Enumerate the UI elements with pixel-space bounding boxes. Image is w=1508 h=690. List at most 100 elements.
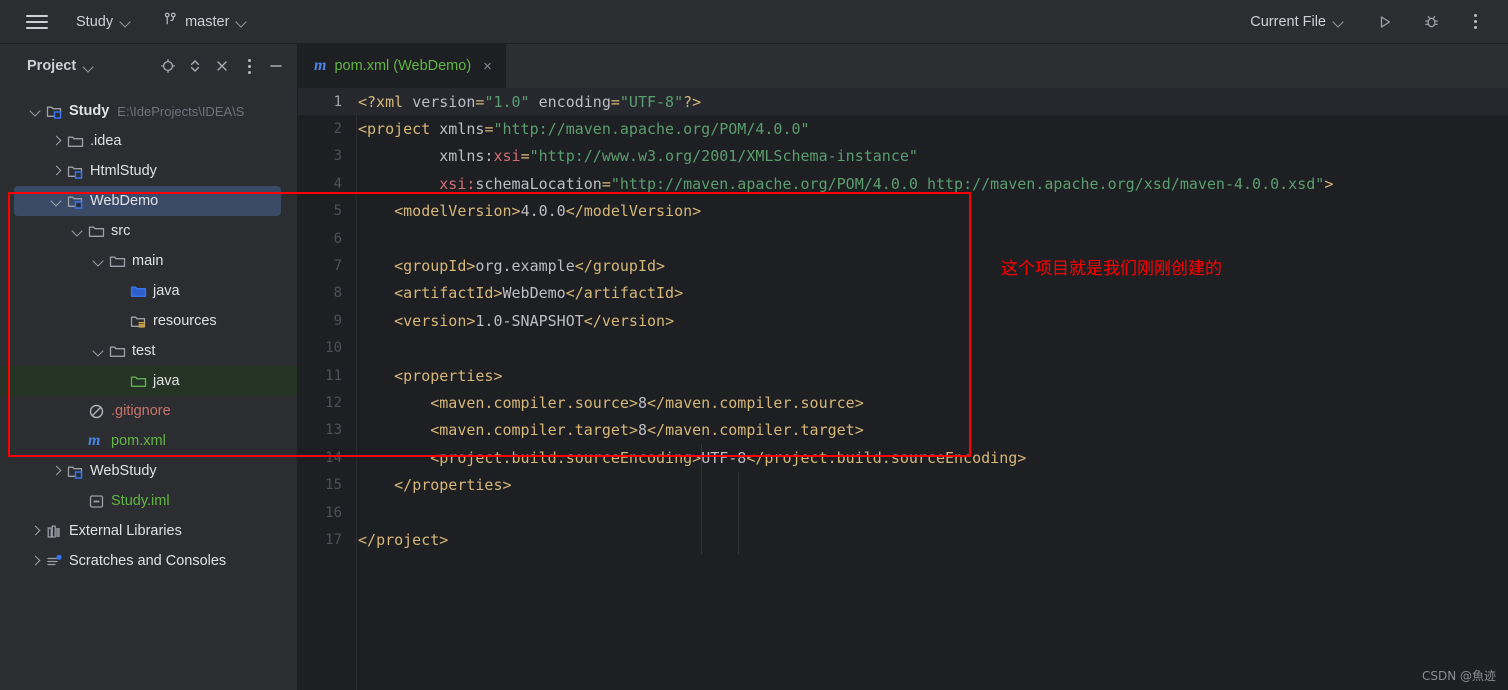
- line-number: 11: [325, 367, 342, 384]
- expand-collapse-icon[interactable]: [182, 53, 208, 79]
- line-number: 17: [325, 531, 342, 548]
- module-folder-icon: [46, 102, 64, 120]
- chevron-down-icon[interactable]: [91, 343, 107, 359]
- code-line[interactable]: 5 <modelVersion>4.0.0</modelVersion>: [298, 198, 1508, 225]
- tree-item-label: resources: [153, 313, 217, 329]
- chevron-down-icon[interactable]: [91, 253, 107, 269]
- code-line-text: xmlns:xsi="http://www.w3.org/2001/XMLSch…: [439, 147, 918, 166]
- tree-item-study-iml[interactable]: Study.iml: [14, 486, 281, 516]
- run-icon[interactable]: [1370, 7, 1400, 37]
- tree-item--gitignore[interactable]: .gitignore: [14, 396, 281, 426]
- collapse-all-icon[interactable]: [209, 53, 235, 79]
- code-line-text: <version>1.0-SNAPSHOT</version>: [394, 311, 675, 330]
- code-line[interactable]: 4 xsi:schemaLocation="http://maven.apach…: [298, 170, 1508, 197]
- line-number: 16: [325, 504, 342, 521]
- project-panel-toolbar: [155, 53, 289, 79]
- code-editor[interactable]: 1 <?xml version="1.0" encoding="UTF-8"?> 2…: [298, 88, 1508, 690]
- tree-item-path: E:\IdeProjects\IDEA\S: [117, 103, 245, 119]
- code-line[interactable]: 10: [298, 335, 1508, 362]
- tree-item-java[interactable]: java: [0, 366, 297, 396]
- tree-item-label: HtmlStudy: [90, 163, 157, 179]
- code-line[interactable]: 8 <artifactId>WebDemo</artifactId>: [298, 280, 1508, 307]
- code-line[interactable]: 15 </properties>: [298, 471, 1508, 498]
- close-icon[interactable]: ×: [483, 59, 492, 74]
- code-line[interactable]: 14 <project.build.sourceEncoding>UTF-8</…: [298, 444, 1508, 471]
- chevron-down-icon[interactable]: [49, 193, 65, 209]
- main-toolbar: Study master Current File: [0, 0, 1508, 44]
- code-line[interactable]: 11 <properties>: [298, 362, 1508, 389]
- code-line-text: <maven.compiler.source>8</maven.compiler…: [430, 393, 864, 412]
- chevron-down-icon: [120, 16, 131, 27]
- editor-tab-pom-xml[interactable]: m pom.xml (WebDemo) ×: [298, 44, 506, 88]
- maven-icon: m: [314, 57, 327, 74]
- chevron-right-icon[interactable]: [49, 163, 65, 179]
- chevron-down-icon[interactable]: [28, 103, 44, 119]
- branch-selector[interactable]: master: [153, 8, 257, 36]
- toolbar-right-group: Current File: [1240, 7, 1508, 37]
- code-line[interactable]: 2 <project xmlns="http://maven.apache.org…: [298, 115, 1508, 142]
- folder-icon: [67, 132, 85, 150]
- line-number: 15: [325, 477, 342, 494]
- tree-item-label: java: [153, 283, 180, 299]
- chevron-right-icon[interactable]: [49, 463, 65, 479]
- tree-item-label: pom.xml: [111, 433, 166, 449]
- tree-item-main[interactable]: main: [14, 246, 281, 276]
- code-line-text: <artifactId>WebDemo</artifactId>: [394, 284, 684, 303]
- tree-item-resources[interactable]: resources: [14, 306, 281, 336]
- folder-icon: [88, 222, 106, 240]
- code-line[interactable]: 3 xmlns:xsi="http://www.w3.org/2001/XMLS…: [298, 143, 1508, 170]
- tree-item-external-libraries[interactable]: External Libraries: [14, 516, 281, 546]
- code-line[interactable]: 16: [298, 499, 1508, 526]
- tree-item-label: External Libraries: [69, 523, 182, 539]
- code-line-text: </project>: [358, 530, 449, 549]
- editor-tab-bar: m pom.xml (WebDemo) ×: [298, 44, 1508, 88]
- line-number: 8: [333, 285, 342, 302]
- code-line[interactable]: 7 <groupId>org.example</groupId>: [298, 252, 1508, 279]
- hide-icon[interactable]: [263, 53, 289, 79]
- code-line-text: </properties>: [394, 476, 512, 495]
- chevron-right-icon[interactable]: [49, 133, 65, 149]
- chevron-right-icon[interactable]: [28, 553, 44, 569]
- tree-item-label: src: [111, 223, 131, 239]
- resources-root-icon: [130, 312, 148, 330]
- line-number: 7: [333, 258, 342, 275]
- debug-icon[interactable]: [1416, 7, 1446, 37]
- hamburger-icon[interactable]: [22, 10, 52, 34]
- tree-item-htmlstudy[interactable]: HtmlStudy: [14, 156, 281, 186]
- code-line-text: <project.build.sourceEncoding>UTF-8</pro…: [430, 448, 1027, 467]
- tree-item-label: Study.iml: [111, 493, 170, 509]
- project-tree[interactable]: Study E:\IdeProjects\IDEA\S .idea HtmlStu…: [0, 88, 297, 576]
- code-line[interactable]: 6: [298, 225, 1508, 252]
- code-line[interactable]: 1 <?xml version="1.0" encoding="UTF-8"?>: [298, 88, 1508, 116]
- tree-item-webstudy[interactable]: WebStudy: [14, 456, 281, 486]
- kebab-menu-icon[interactable]: [1460, 7, 1490, 37]
- project-selector[interactable]: Study: [66, 8, 141, 36]
- line-number: 14: [325, 449, 342, 466]
- run-configuration-selector[interactable]: Current File: [1240, 8, 1354, 36]
- module-folder-icon: [67, 462, 85, 480]
- run-configuration-label: Current File: [1250, 13, 1326, 30]
- tree-item-pom-xml[interactable]: m pom.xml: [14, 426, 281, 456]
- locate-icon[interactable]: [155, 53, 181, 79]
- tree-item-test[interactable]: test: [14, 336, 281, 366]
- tree-item-java[interactable]: java: [14, 276, 281, 306]
- tree-item-scratches-and-consoles[interactable]: Scratches and Consoles: [14, 546, 281, 576]
- tree-item--idea[interactable]: .idea: [14, 126, 281, 156]
- line-number: 2: [333, 121, 342, 138]
- code-line[interactable]: 9 <version>1.0-SNAPSHOT</version>: [298, 307, 1508, 334]
- code-line[interactable]: 17 </project>: [298, 526, 1508, 553]
- code-line[interactable]: 12 <maven.compiler.source>8</maven.compi…: [298, 389, 1508, 416]
- tree-item-src[interactable]: src: [14, 216, 281, 246]
- line-number: 4: [333, 175, 342, 192]
- tree-item-webdemo[interactable]: WebDemo: [14, 186, 281, 216]
- project-panel-title[interactable]: Project: [22, 55, 99, 77]
- code-line-text: <?xml version="1.0" encoding="UTF-8"?>: [358, 92, 702, 111]
- code-line[interactable]: 13 <maven.compiler.target>8</maven.compi…: [298, 417, 1508, 444]
- chevron-right-icon[interactable]: [28, 523, 44, 539]
- chevron-down-icon[interactable]: [70, 223, 86, 239]
- tree-item-study[interactable]: Study E:\IdeProjects\IDEA\S: [14, 96, 281, 126]
- options-icon[interactable]: [236, 53, 262, 79]
